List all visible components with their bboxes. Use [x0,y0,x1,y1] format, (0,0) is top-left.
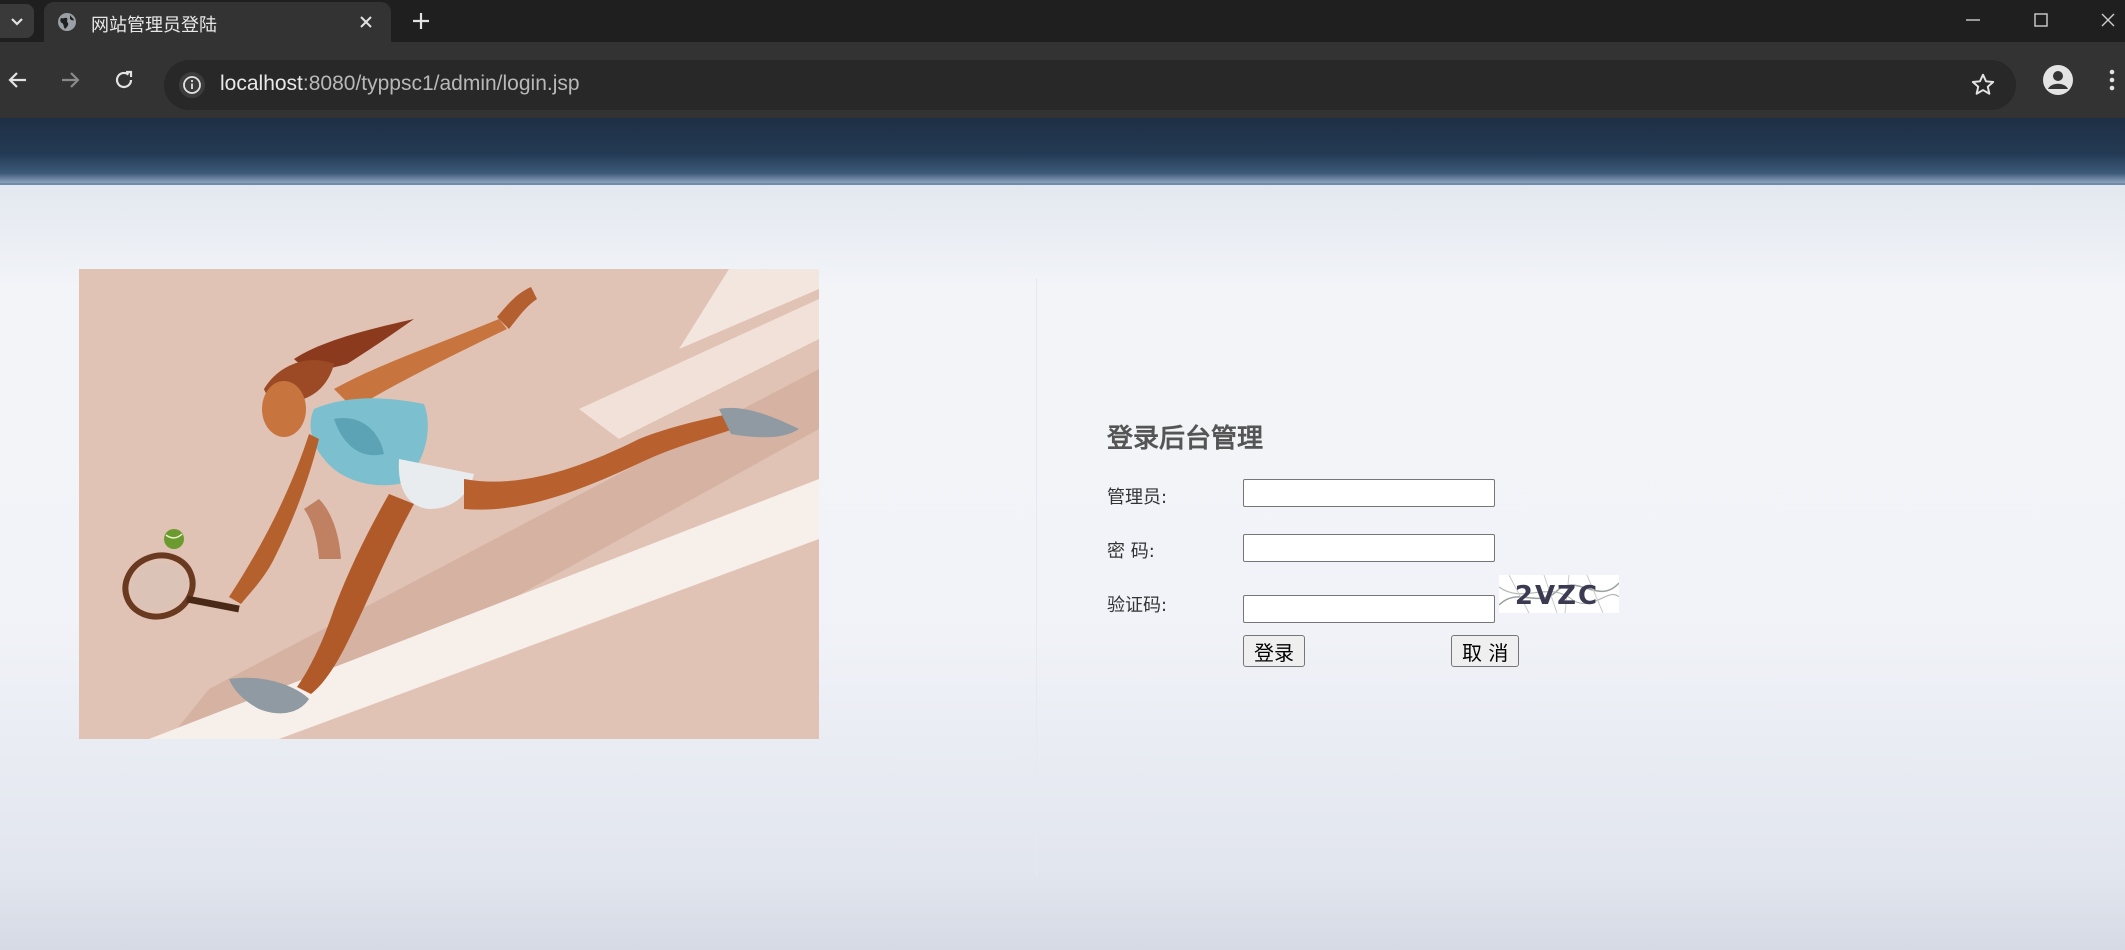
menu-icon[interactable] [2100,62,2124,98]
tab-title: 网站管理员登陆 [91,15,217,36]
tennis-player-illustration [79,269,819,739]
back-button[interactable] [0,62,36,98]
minimize-button[interactable] [1953,4,1993,36]
column-divider [1036,278,1037,878]
back-icon [8,72,26,88]
close-icon [360,16,372,28]
admin-input[interactable] [1243,479,1495,507]
new-tab-button[interactable] [405,5,437,37]
login-button[interactable]: 登录 [1243,635,1305,667]
close-tab-button[interactable] [353,9,379,35]
tab-list-button[interactable] [0,4,34,38]
password-input[interactable] [1243,534,1495,562]
minimize-icon [1966,19,1980,21]
captcha-image[interactable]: 2VZC [1498,574,1620,614]
header-divider [0,183,2125,185]
captcha-input[interactable] [1243,595,1495,623]
hero-image [79,269,819,739]
admin-label: 管理员: [1107,487,1168,508]
login-page: 登录后台管理 管理员: 密 码: 验证码: 2VZC 登录 取 消 [0,118,2125,950]
browser-tab-bar: 网站管理员登陆 [0,0,2125,42]
captcha-text: 2VZC [1515,581,1599,611]
globe-icon [58,13,76,31]
maximize-icon [2034,13,2048,27]
password-label: 密 码: [1107,541,1155,562]
window-close-icon [2101,13,2115,27]
login-title: 登录后台管理 [1107,424,1264,454]
address-bar[interactable]: localhost:8080/typpsc1/admin/login.jsp [164,60,2016,110]
forward-icon [62,72,80,88]
captcha-label: 验证码: [1107,595,1168,616]
reload-button[interactable] [106,62,142,98]
captcha-graphic: 2VZC [1498,574,1620,614]
forward-button[interactable] [52,62,88,98]
window-close-button[interactable] [2088,4,2125,36]
maximize-button[interactable] [2021,4,2061,36]
chevron-down-icon [11,18,23,26]
profile-icon[interactable] [2040,62,2076,98]
url-text: localhost:8080/typpsc1/admin/login.jsp [220,72,580,95]
plus-icon [413,13,429,29]
page-header-band [0,118,2125,183]
cancel-button[interactable]: 取 消 [1451,635,1520,667]
info-icon[interactable] [178,71,206,99]
reload-icon [115,70,133,89]
browser-tab[interactable]: 网站管理员登陆 [44,2,391,42]
star-icon[interactable] [1970,72,1996,98]
browser-toolbar: localhost:8080/typpsc1/admin/login.jsp [0,42,2125,118]
